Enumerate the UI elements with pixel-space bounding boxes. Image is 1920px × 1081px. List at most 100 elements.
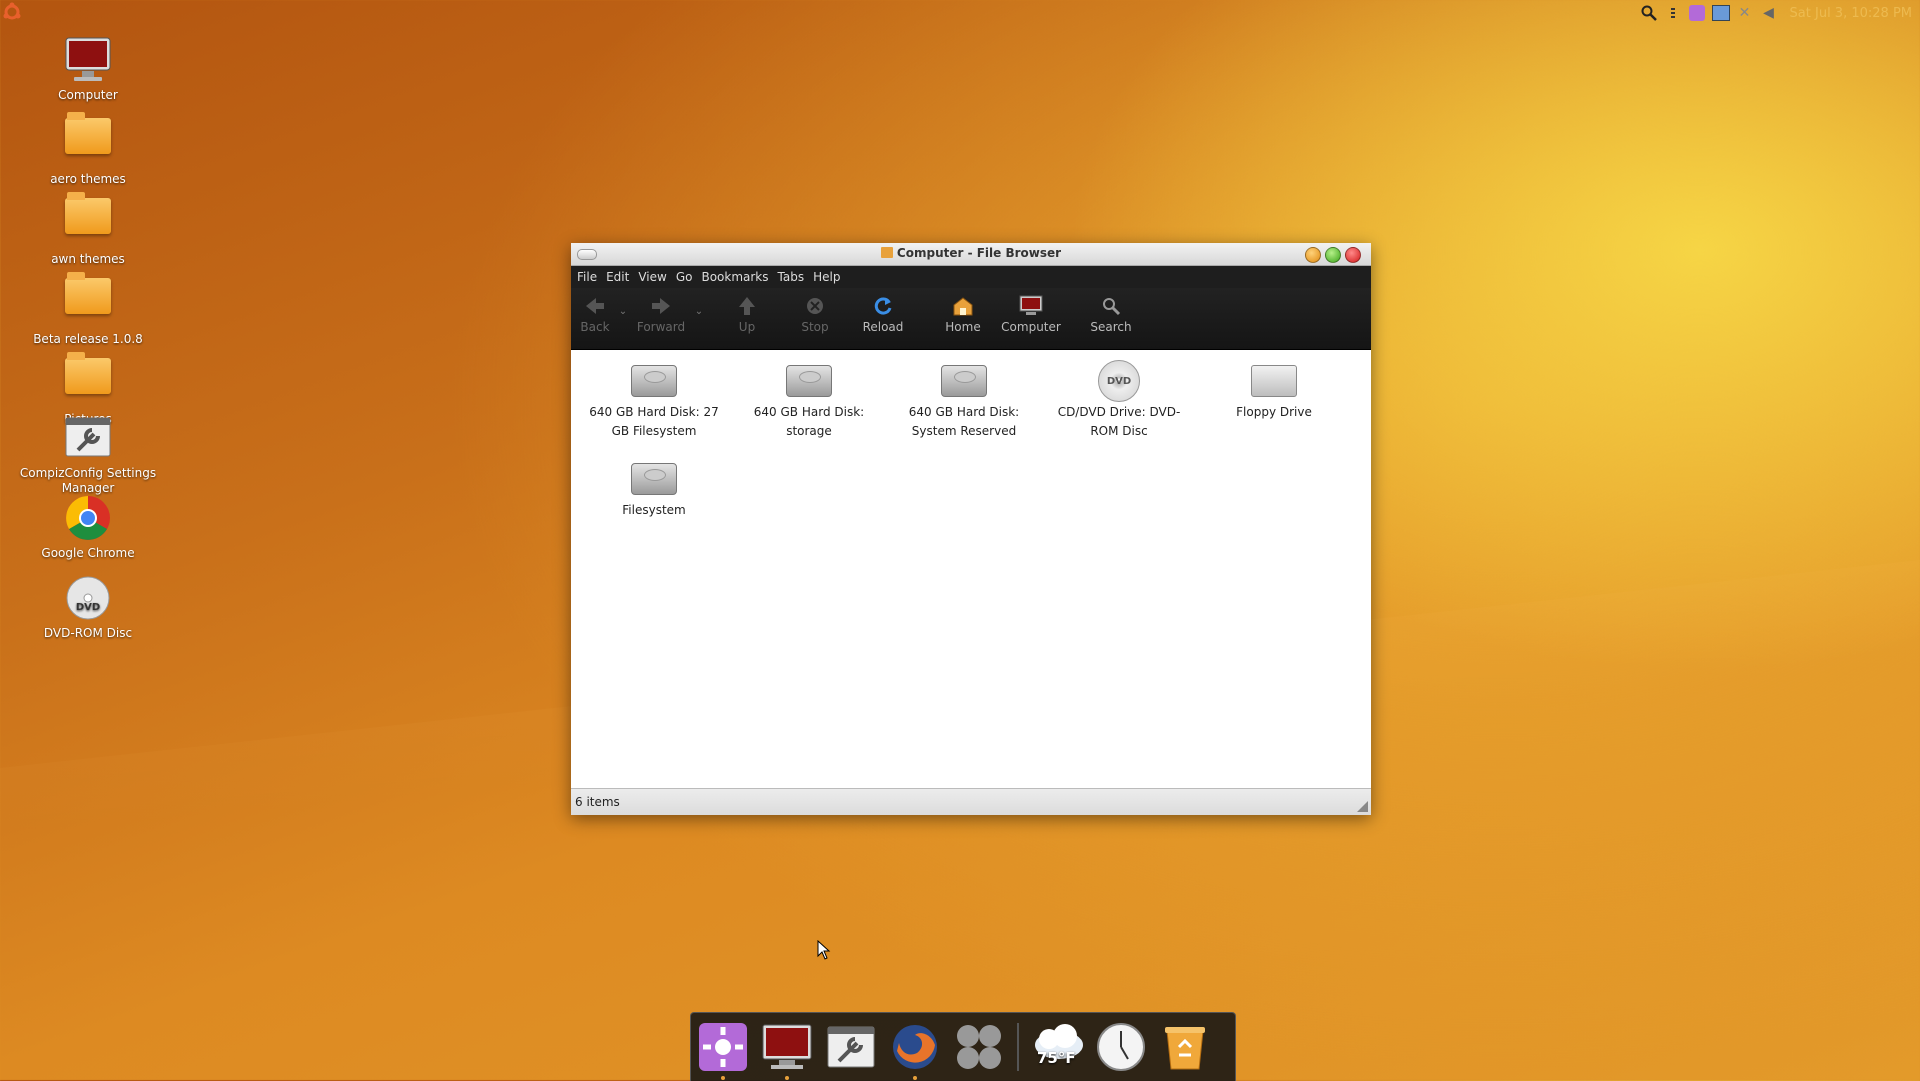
window-title: Computer - File Browser xyxy=(571,246,1371,260)
computer-icon xyxy=(1001,294,1061,318)
menu-tabs[interactable]: Tabs xyxy=(778,270,805,284)
stop-button[interactable]: Stop xyxy=(785,288,845,334)
menu-file[interactable]: File xyxy=(577,270,597,284)
volume-icon[interactable]: ◀ xyxy=(1760,4,1778,22)
file-view[interactable]: 640 GB Hard Disk: 27 GB Filesystem 640 G… xyxy=(571,351,1371,787)
drive-item-27gb-filesystem[interactable]: 640 GB Hard Disk: 27 GB Filesystem xyxy=(579,359,729,441)
dock-clock-applet[interactable] xyxy=(1095,1021,1147,1073)
app-grid-icon xyxy=(957,1025,1001,1069)
desktop-icon-compizconfig[interactable]: CompizConfig Settings Manager xyxy=(18,412,158,496)
menu-icon[interactable] xyxy=(1664,4,1682,22)
home-label: Home xyxy=(945,320,981,334)
drive-item-filesystem[interactable]: Filesystem xyxy=(579,457,729,520)
mouse-cursor-icon xyxy=(817,939,831,964)
dock-weather-applet[interactable]: 75°F xyxy=(1031,1021,1083,1073)
dock-trash[interactable] xyxy=(1159,1021,1211,1073)
drive-item-label: 640 GB Hard Disk: 27 GB Filesystem xyxy=(589,405,719,438)
menu-bookmarks[interactable]: Bookmarks xyxy=(701,270,768,284)
resize-grip[interactable] xyxy=(1357,801,1368,812)
dvd-icon: DVD xyxy=(1095,359,1143,403)
drive-item-label: CD/DVD Drive: DVD-ROM Disc xyxy=(1057,405,1181,438)
drive-item-system-reserved[interactable]: 640 GB Hard Disk: System Reserved xyxy=(889,359,1039,441)
back-label: Back xyxy=(580,320,610,334)
drive-item-label: Floppy Drive xyxy=(1236,405,1312,419)
maximize-button[interactable] xyxy=(1325,247,1341,263)
close-button[interactable] xyxy=(1345,247,1361,263)
compiz-tray-icon[interactable] xyxy=(1688,4,1706,22)
status-bar: 6 items xyxy=(571,788,1371,815)
forward-button[interactable]: Forward xyxy=(631,288,691,334)
svg-text:DVD: DVD xyxy=(76,602,100,613)
dock: 75°F xyxy=(690,1012,1236,1081)
computer-button[interactable]: Computer xyxy=(1001,288,1061,334)
floppy-icon xyxy=(1250,359,1298,403)
dock-separator xyxy=(1017,1023,1019,1071)
hard-disk-icon xyxy=(630,457,678,501)
home-icon xyxy=(933,294,993,318)
desktop-icon-label: aero themes xyxy=(50,172,126,186)
search-icon[interactable] xyxy=(1640,4,1658,22)
reload-label: Reload xyxy=(862,320,904,334)
settings-wrench-icon xyxy=(827,1026,875,1068)
stop-icon xyxy=(785,294,845,318)
desktop-icon-aero-themes[interactable]: aero themes xyxy=(18,110,158,187)
forward-history-dropdown[interactable]: ⌄ xyxy=(691,288,707,317)
desktop-icon-computer[interactable]: Computer xyxy=(18,34,158,103)
bluetooth-icon[interactable]: ✕ xyxy=(1736,4,1754,22)
menu-bar: File Edit View Go Bookmarks Tabs Help xyxy=(571,266,1371,288)
desktop-icon-beta-release[interactable]: Beta release 1.0.8 xyxy=(18,270,158,347)
folder-icon xyxy=(62,112,114,170)
clock[interactable]: Sat Jul 3, 10:28 PM xyxy=(1790,6,1912,21)
window-titlebar[interactable]: Computer - File Browser xyxy=(571,243,1371,266)
minimize-button[interactable] xyxy=(1305,247,1321,263)
dock-firefox-launcher[interactable] xyxy=(889,1021,941,1080)
hard-disk-icon xyxy=(785,359,833,403)
drive-item-dvd[interactable]: DVD CD/DVD Drive: DVD-ROM Disc xyxy=(1044,359,1194,441)
menu-edit[interactable]: Edit xyxy=(606,270,629,284)
desktop-icon-label: Computer xyxy=(58,88,118,102)
back-arrow-icon xyxy=(575,294,615,318)
dock-compiz-launcher[interactable] xyxy=(697,1021,749,1080)
stop-label: Stop xyxy=(801,320,829,334)
search-label: Search xyxy=(1090,320,1132,334)
computer-icon xyxy=(762,1024,812,1069)
toolbar: Back ⌄ Forward ⌄ Up Stop Reload Home Com… xyxy=(571,288,1371,350)
folder-icon xyxy=(62,272,114,330)
search-button[interactable]: Search xyxy=(1081,288,1141,334)
desktop-icon-label: DVD-ROM Disc xyxy=(43,626,133,640)
reload-icon xyxy=(853,294,913,318)
back-button[interactable]: Back xyxy=(575,288,615,334)
folder-icon xyxy=(62,192,114,250)
dock-compizconfig-launcher[interactable] xyxy=(825,1021,877,1073)
menu-view[interactable]: View xyxy=(638,270,666,284)
drive-item-label: 640 GB Hard Disk: storage xyxy=(753,405,865,438)
menu-help[interactable]: Help xyxy=(813,270,840,284)
desktop-icon-dvd-rom[interactable]: DVD DVD-ROM Disc xyxy=(18,572,158,641)
computer-label: Computer xyxy=(1001,320,1061,334)
drive-item-floppy[interactable]: Floppy Drive xyxy=(1199,359,1349,422)
computer-icon xyxy=(62,34,114,86)
firefox-icon xyxy=(893,1025,937,1069)
reload-button[interactable]: Reload xyxy=(853,288,913,334)
drive-item-label: 640 GB Hard Disk: System Reserved xyxy=(908,405,1020,438)
network-icon[interactable] xyxy=(1711,4,1730,22)
ubuntu-logo-icon[interactable] xyxy=(2,2,22,22)
hard-disk-icon xyxy=(630,359,678,403)
up-button[interactable]: Up xyxy=(717,288,777,334)
window-title-text: Computer - File Browser xyxy=(896,246,1062,260)
desktop-icon-label: Google Chrome xyxy=(41,546,135,560)
desktop-icon-awn-themes[interactable]: awn themes xyxy=(18,190,158,267)
back-history-dropdown[interactable]: ⌄ xyxy=(615,288,631,317)
desktop-icon-google-chrome[interactable]: Google Chrome xyxy=(18,492,158,561)
home-button[interactable]: Home xyxy=(933,288,993,334)
dock-computer-launcher[interactable] xyxy=(761,1021,813,1080)
compiz-flower-icon xyxy=(699,1023,747,1071)
drive-item-storage[interactable]: 640 GB Hard Disk: storage xyxy=(734,359,884,441)
clock-icon xyxy=(1097,1023,1145,1071)
forward-arrow-icon xyxy=(631,294,691,318)
search-icon xyxy=(1081,294,1141,318)
hard-disk-icon xyxy=(940,359,988,403)
dock-app-launcher[interactable] xyxy=(953,1021,1005,1073)
menu-go[interactable]: Go xyxy=(676,270,693,284)
forward-label: Forward xyxy=(636,320,686,334)
